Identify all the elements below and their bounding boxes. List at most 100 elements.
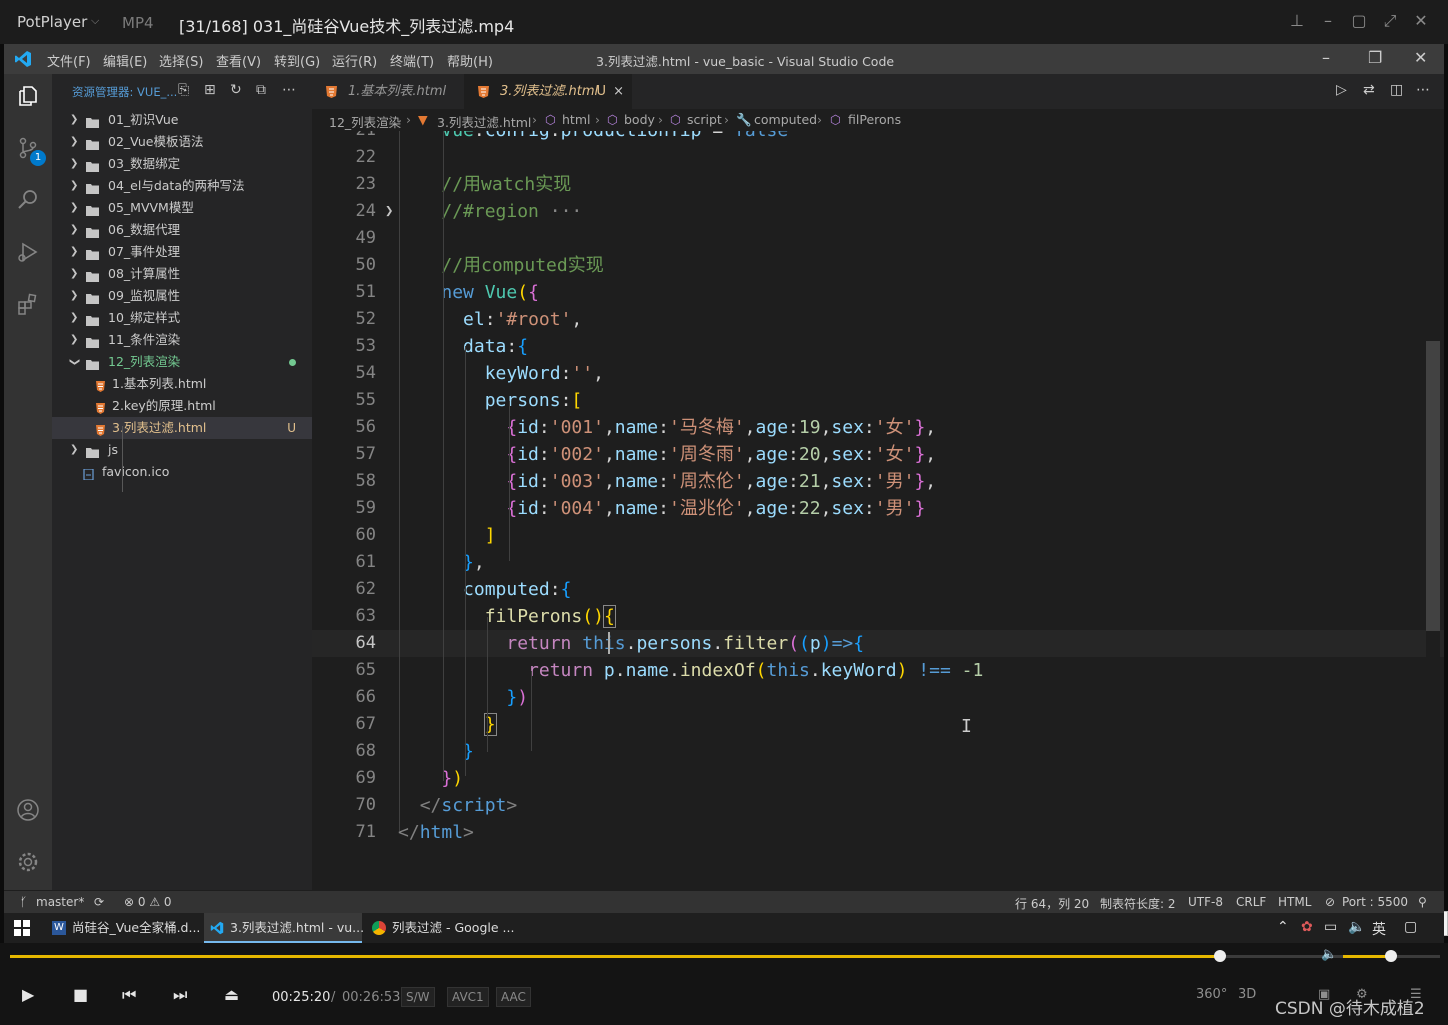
tray-app-icon[interactable]: ✿ <box>1301 919 1313 935</box>
split-editor-icon[interactable]: ◫ <box>1390 82 1403 98</box>
close-button[interactable]: ✕ <box>1411 11 1431 30</box>
code-line[interactable]: 52 el:'#root', <box>312 306 1444 333</box>
code-line[interactable]: 68 } <box>312 738 1444 765</box>
play-icon[interactable]: ▶ <box>22 985 34 1004</box>
menu-view[interactable]: 查看(V) <box>216 51 261 70</box>
vr360-button[interactable]: 360° <box>1196 987 1227 1002</box>
menu-help[interactable]: 帮助(H) <box>447 51 493 70</box>
seek-handle[interactable] <box>1213 950 1226 962</box>
tree-folder[interactable]: ❯ 09_监视属性 <box>52 285 312 307</box>
vs-restore-button[interactable]: ❐ <box>1368 48 1382 67</box>
run-icon[interactable]: ▷ <box>1336 82 1347 98</box>
refresh-icon[interactable]: ↻ <box>230 82 242 98</box>
minimize-button[interactable]: – <box>1318 11 1338 30</box>
vs-minimize-button[interactable]: – <box>1322 48 1330 67</box>
chevron-up-icon[interactable]: ⌃ <box>1277 919 1289 935</box>
problems-indicator[interactable]: ⊗ 0 ⚠ 0 <box>124 895 172 909</box>
tree-file[interactable]: 2.key的原理.html <box>52 395 312 417</box>
code-line[interactable]: 51 new Vue({ <box>312 279 1444 306</box>
breadcrumb-html[interactable]: html <box>562 112 590 127</box>
breadcrumb-script[interactable]: script <box>687 112 722 127</box>
taskbar-word[interactable]: W 尚硅谷_Vue全家桶.d... <box>46 913 200 943</box>
next-icon[interactable]: ⏭ <box>173 985 187 1005</box>
fold-chevron-icon[interactable]: ❯ <box>385 198 393 225</box>
tree-file[interactable]: 3.列表过滤.html U <box>52 417 312 439</box>
git-branch[interactable]: master* <box>36 895 84 909</box>
tree-folder[interactable]: ❯ 06_数据代理 <box>52 219 312 241</box>
more-actions-icon[interactable]: ⋯ <box>282 82 296 98</box>
tree-folder[interactable]: ❯ 12_列表渲染 <box>52 351 312 373</box>
code-line[interactable]: 69 }) <box>312 765 1444 792</box>
tree-folder[interactable]: ❯ js <box>52 439 312 461</box>
sync-icon[interactable]: ⟳ <box>94 895 104 909</box>
tree-folder[interactable]: ❯ 10_绑定样式 <box>52 307 312 329</box>
tab-size[interactable]: 制表符长度: 2 <box>1100 895 1176 912</box>
ime-indicator[interactable]: 英 <box>1372 919 1386 939</box>
new-folder-icon[interactable]: ⊞ <box>204 82 216 98</box>
tab-basic-list[interactable]: 1.基本列表.html <box>312 74 462 109</box>
battery-icon[interactable]: ▭ <box>1324 919 1337 935</box>
windows-start-icon[interactable] <box>14 920 30 936</box>
tree-folder[interactable]: ❯ 07_事件处理 <box>52 241 312 263</box>
tree-folder[interactable]: ❯ 04_el与data的两种写法 <box>52 175 312 197</box>
code-line[interactable]: 50 //用computed实现 <box>312 252 1444 279</box>
code-line[interactable]: 65 return p.name.indexOf(this.keyWord) !… <box>312 657 1444 684</box>
code-line[interactable]: 62 computed:{ <box>312 576 1444 603</box>
tree-folder[interactable]: ❯ 03_数据绑定 <box>52 153 312 175</box>
code-line[interactable]: 66 }) <box>312 684 1444 711</box>
potplayer-menu-button[interactable]: PotPlayer <box>17 13 87 31</box>
account-icon[interactable] <box>16 798 40 822</box>
code-line[interactable]: 64 return this.persons.filter((p)=>{ <box>312 630 1444 657</box>
code-line[interactable]: 61 }, <box>312 549 1444 576</box>
extensions-icon[interactable] <box>16 292 40 316</box>
breadcrumb-filperons[interactable]: filPerons <box>848 112 901 127</box>
code-line[interactable]: 67 } <box>312 711 1444 738</box>
code-line[interactable]: 70 </script> <box>312 792 1444 819</box>
gear-icon[interactable] <box>16 850 40 874</box>
code-line[interactable]: 55 persons:[ <box>312 387 1444 414</box>
breadcrumb-folder[interactable]: 12_列表渲染 <box>329 112 401 131</box>
code-line[interactable]: 56 {id:'001',name:'马冬梅',age:19,sex:'女'}, <box>312 414 1444 441</box>
video-codec-tag[interactable]: AVC1 <box>447 987 489 1007</box>
breadcrumb-body[interactable]: body <box>624 112 655 127</box>
close-tab-icon[interactable]: × <box>613 74 624 109</box>
code-line[interactable]: 53 data:{ <box>312 333 1444 360</box>
eject-icon[interactable]: ⏏ <box>224 985 239 1004</box>
volume-icon[interactable]: 🔈 <box>1321 947 1337 962</box>
tree-folder[interactable]: ❯ 11_条件渲染 <box>52 329 312 351</box>
stop-icon[interactable]: ■ <box>73 985 88 1004</box>
breadcrumb-computed[interactable]: computed <box>754 112 817 127</box>
tree-folder[interactable]: ❯ 01_初识Vue <box>52 109 312 131</box>
collapse-all-icon[interactable]: ⧉ <box>256 82 266 98</box>
vs-close-button[interactable]: ✕ <box>1414 48 1427 67</box>
previous-icon[interactable]: ⏮ <box>122 985 136 1005</box>
new-file-icon[interactable]: ⎘ <box>178 82 189 98</box>
code-line[interactable]: 49 <box>312 225 1444 252</box>
end-of-line[interactable]: CRLF <box>1236 895 1266 909</box>
tab-list-filter[interactable]: 3.列表过滤.html U × <box>464 74 632 109</box>
maximize-button[interactable]: ▢ <box>1349 11 1369 30</box>
audio-codec-tag[interactable]: AAC <box>496 987 531 1007</box>
volume-handle[interactable] <box>1384 950 1397 962</box>
menu-go[interactable]: 转到(G) <box>274 51 320 70</box>
code-line[interactable]: 71 </html> <box>312 819 1444 846</box>
menu-terminal[interactable]: 终端(T) <box>390 51 434 70</box>
run-debug-icon[interactable] <box>16 240 40 264</box>
tree-file[interactable]: 1.基本列表.html <box>52 373 312 395</box>
code-editor[interactable]: 21 Vue.config.productionTip = false 22 23 … <box>312 131 1444 890</box>
cursor-position[interactable]: 行 64，列 20 <box>1015 895 1089 912</box>
code-line[interactable]: 21 Vue.config.productionTip = false <box>312 131 1444 144</box>
sw-decoder-tag[interactable]: S/W <box>401 987 435 1007</box>
code-line[interactable]: 63 filPerons(){ <box>312 603 1444 630</box>
compare-changes-icon[interactable]: ⇄ <box>1363 82 1375 98</box>
code-line[interactable]: 59 {id:'004',name:'温兆伦',age:22,sex:'男'} <box>312 495 1444 522</box>
fullscreen-button[interactable]: ⤢ <box>1380 11 1400 31</box>
language-mode[interactable]: HTML <box>1278 895 1311 909</box>
volume-slider[interactable] <box>1343 950 1438 962</box>
code-line[interactable]: 54 keyWord:'', <box>312 360 1444 387</box>
notification-icon[interactable]: ▢ <box>1404 919 1417 935</box>
code-line[interactable]: 60 ] <box>312 522 1444 549</box>
feedback-icon[interactable]: ⚲ <box>1418 895 1427 909</box>
editor-more-icon[interactable]: ⋯ <box>1416 82 1430 98</box>
3d-button[interactable]: 3D <box>1238 987 1256 1002</box>
